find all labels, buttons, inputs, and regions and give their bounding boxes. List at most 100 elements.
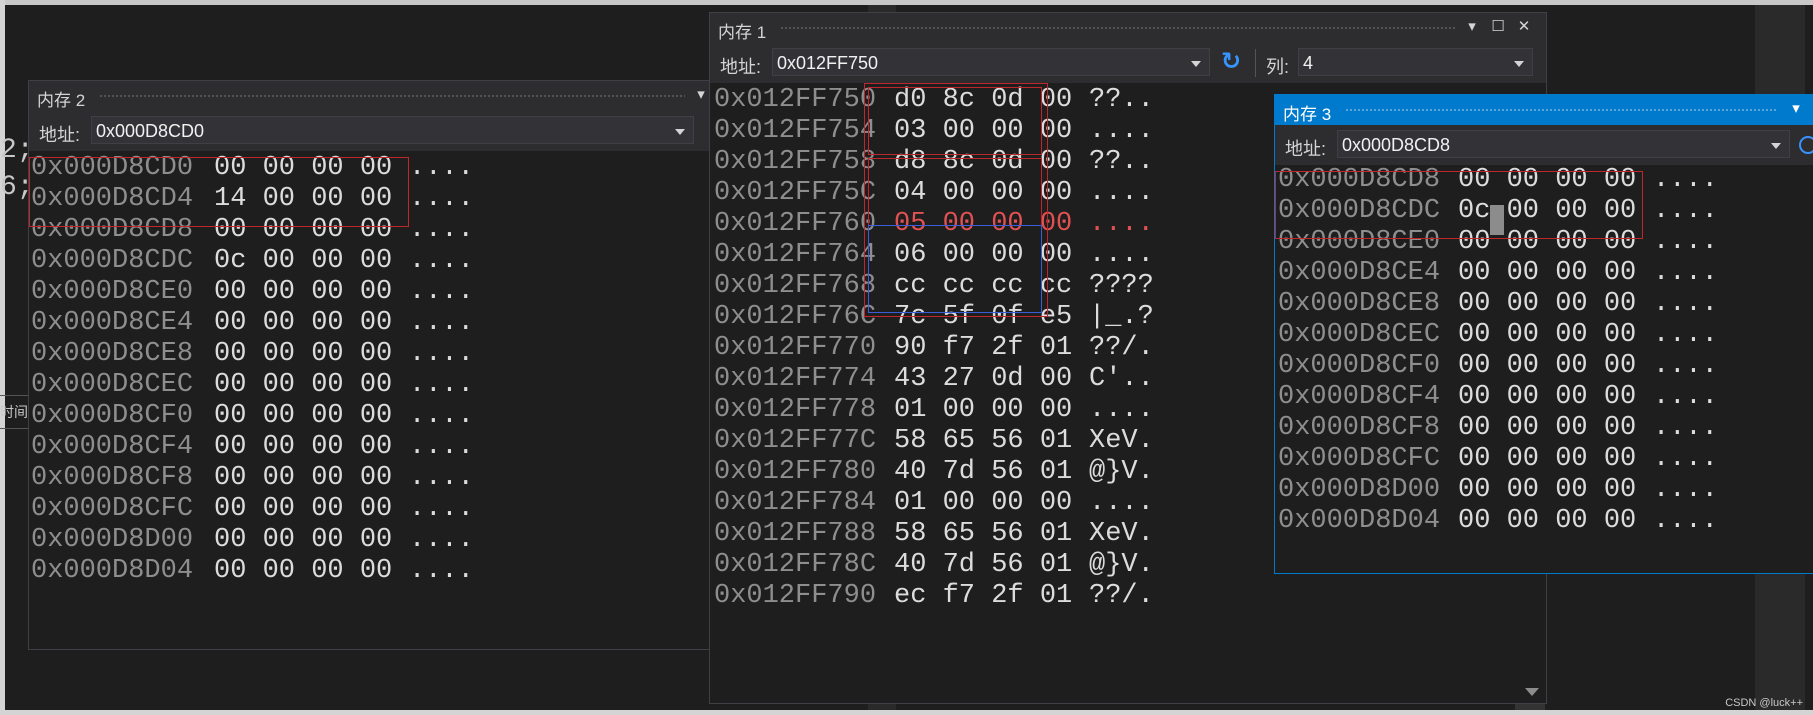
row-ascii[interactable]: ???? <box>1089 271 1154 302</box>
memory-3-titlebar[interactable]: 内存 3 ▾ <box>1275 95 1813 125</box>
row-ascii[interactable]: .... <box>409 432 474 463</box>
row-hex[interactable]: 40 7d 56 01 <box>894 457 1072 488</box>
row-hex[interactable]: 00 00 00 00 <box>214 401 392 432</box>
scroll-down-icon[interactable] <box>1525 688 1539 696</box>
row-hex[interactable]: 01 00 00 00 <box>894 395 1072 426</box>
row-hex[interactable]: 0c 00 00 00 <box>214 246 392 277</box>
dropdown-icon[interactable]: ▾ <box>1786 99 1806 119</box>
chevron-down-icon[interactable] <box>1514 61 1524 67</box>
row-hex[interactable]: 06 00 00 00 <box>894 240 1072 271</box>
row-ascii[interactable]: .... <box>409 277 474 308</box>
row-ascii[interactable]: .... <box>1653 320 1718 351</box>
row-ascii[interactable]: ??/. <box>1089 581 1154 612</box>
row-ascii[interactable]: .... <box>409 215 474 246</box>
row-ascii[interactable]: C'.. <box>1089 364 1154 395</box>
row-ascii[interactable]: .... <box>409 463 474 494</box>
row-hex[interactable]: 00 00 00 00 <box>214 308 392 339</box>
row-hex[interactable]: ec f7 2f 01 <box>894 581 1072 612</box>
row-ascii[interactable]: XeV. <box>1089 426 1154 457</box>
row-ascii[interactable]: .... <box>1653 382 1718 413</box>
row-ascii[interactable]: .... <box>1089 178 1154 209</box>
row-ascii[interactable]: .... <box>1653 227 1718 258</box>
refresh-icon[interactable]: ↻ <box>1218 49 1244 75</box>
address-combobox[interactable]: 0x012FF750 <box>772 48 1210 76</box>
row-ascii[interactable]: @}V. <box>1089 550 1154 581</box>
row-hex[interactable]: 01 00 00 00 <box>894 488 1072 519</box>
row-ascii[interactable]: .... <box>1089 488 1154 519</box>
row-ascii[interactable]: .... <box>409 308 474 339</box>
row-ascii[interactable]: .... <box>1653 506 1718 537</box>
row-hex[interactable]: 00 00 00 00 <box>214 556 392 587</box>
drag-grip[interactable] <box>99 94 685 99</box>
row-hex[interactable]: 00 00 00 00 <box>1458 165 1636 196</box>
address-combobox[interactable]: 0x000D8CD0 <box>91 116 694 144</box>
row-ascii[interactable]: .... <box>1653 413 1718 444</box>
row-hex[interactable]: 00 00 00 00 <box>214 525 392 556</box>
row-ascii[interactable]: .... <box>409 525 474 556</box>
row-hex[interactable]: 0c 00 00 00 <box>1458 196 1636 227</box>
row-hex[interactable]: 14 00 00 00 <box>214 184 392 215</box>
row-hex[interactable]: 00 00 00 00 <box>214 463 392 494</box>
drag-grip[interactable] <box>1345 108 1778 113</box>
row-hex[interactable]: d0 8c 0d 00 <box>894 85 1072 116</box>
row-hex[interactable]: 00 00 00 00 <box>1458 258 1636 289</box>
row-ascii[interactable]: .... <box>1653 444 1718 475</box>
row-hex[interactable]: 43 27 0d 00 <box>894 364 1072 395</box>
row-ascii[interactable]: .... <box>1653 475 1718 506</box>
row-hex[interactable]: 58 65 56 01 <box>894 519 1072 550</box>
row-ascii[interactable]: .... <box>1653 258 1718 289</box>
row-hex[interactable]: 58 65 56 01 <box>894 426 1072 457</box>
row-ascii[interactable]: .... <box>1089 240 1154 271</box>
refresh-icon[interactable] <box>1799 136 1813 154</box>
row-hex[interactable]: 00 00 00 00 <box>214 370 392 401</box>
row-ascii[interactable]: .... <box>1653 351 1718 382</box>
row-hex[interactable]: cc cc cc cc <box>894 271 1072 302</box>
row-hex[interactable]: 00 00 00 00 <box>214 277 392 308</box>
columns-combobox[interactable]: 4 <box>1298 48 1533 76</box>
row-hex[interactable]: 05 00 00 00 <box>894 209 1072 240</box>
row-hex[interactable]: 00 00 00 00 <box>1458 320 1636 351</box>
row-ascii[interactable]: .... <box>1653 165 1718 196</box>
row-ascii[interactable]: ??.. <box>1089 85 1154 116</box>
row-hex[interactable]: 90 f7 2f 01 <box>894 333 1072 364</box>
drag-grip[interactable] <box>780 26 1456 31</box>
row-ascii[interactable]: .... <box>409 339 474 370</box>
row-hex[interactable]: 00 00 00 00 <box>1458 351 1636 382</box>
row-ascii[interactable]: .... <box>409 401 474 432</box>
row-hex[interactable]: 00 00 00 00 <box>1458 227 1636 258</box>
row-hex[interactable]: 03 00 00 00 <box>894 116 1072 147</box>
row-ascii[interactable]: ??/. <box>1089 333 1154 364</box>
row-hex[interactable]: 04 00 00 00 <box>894 178 1072 209</box>
row-hex[interactable]: 40 7d 56 01 <box>894 550 1072 581</box>
row-hex[interactable]: 00 00 00 00 <box>1458 289 1636 320</box>
row-hex[interactable]: 00 00 00 00 <box>1458 475 1636 506</box>
row-hex[interactable]: 00 00 00 00 <box>214 339 392 370</box>
row-hex[interactable]: 00 00 00 00 <box>214 153 392 184</box>
chevron-down-icon[interactable] <box>675 129 685 135</box>
row-ascii[interactable]: .... <box>1653 196 1718 227</box>
row-hex[interactable]: 00 00 00 00 <box>214 432 392 463</box>
row-ascii[interactable]: .... <box>409 246 474 277</box>
row-hex[interactable]: 00 00 00 00 <box>1458 444 1636 475</box>
address-combobox[interactable]: 0x000D8CD8 <box>1337 130 1790 158</box>
row-ascii[interactable]: XeV. <box>1089 519 1154 550</box>
dropdown-icon[interactable]: ▾ <box>1462 17 1482 37</box>
row-ascii[interactable]: |_.? <box>1089 302 1154 333</box>
row-hex[interactable]: 00 00 00 00 <box>1458 413 1636 444</box>
row-hex[interactable]: 00 00 00 00 <box>214 494 392 525</box>
row-ascii[interactable]: ??.. <box>1089 147 1154 178</box>
row-ascii[interactable]: .... <box>409 184 474 215</box>
row-ascii[interactable]: .... <box>409 370 474 401</box>
row-ascii[interactable]: .... <box>1089 116 1154 147</box>
row-ascii[interactable]: .... <box>409 153 474 184</box>
row-ascii[interactable]: .... <box>1653 289 1718 320</box>
row-ascii[interactable]: .... <box>409 556 474 587</box>
dropdown-icon[interactable]: ▾ <box>691 85 711 105</box>
chevron-down-icon[interactable] <box>1191 61 1201 67</box>
row-hex[interactable]: 7c 5f 0f e5 <box>894 302 1072 333</box>
chevron-down-icon[interactable] <box>1771 143 1781 149</box>
row-ascii[interactable]: .... <box>1089 209 1154 240</box>
row-hex[interactable]: 00 00 00 00 <box>1458 506 1636 537</box>
close-icon[interactable]: ✕ <box>1514 17 1534 37</box>
row-hex[interactable]: 00 00 00 00 <box>214 215 392 246</box>
